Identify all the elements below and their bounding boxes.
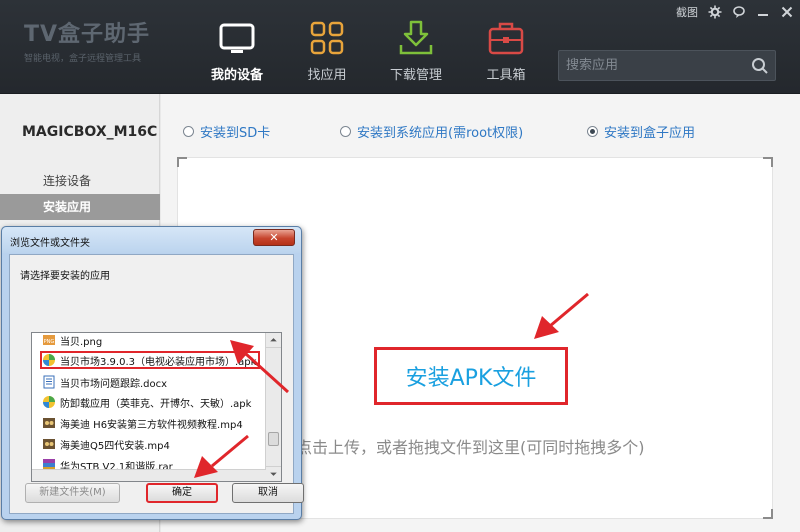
radio-dot [340,125,351,137]
nav-my-devices[interactable]: 我的设备 [197,18,277,86]
window-controls: 截图 [676,3,794,21]
nav-toolbox-label: 工具箱 [486,68,526,83]
new-folder-button[interactable]: 新建文件夹(M) [25,483,120,503]
file-name: 当贝.png [60,336,103,348]
horizontal-scrollbar[interactable] [32,469,266,481]
file-name: 海美迪Q5四代安装.mp4 [60,440,170,452]
search-icon[interactable] [751,57,769,75]
file-item-selected[interactable]: 当贝市场3.9.0.3（电视必装应用市场）.apk [40,351,261,369]
radio-install-system-app-label: 安装到系统应用(需root权限) [357,125,524,141]
radio-dot [183,125,194,137]
gear-icon[interactable] [708,5,722,19]
file-tree: PNG 当贝.png 当贝市场3.9.0.3（电视必装应用市场）.apk 当贝市… [31,332,282,482]
top-header: TV盒子助手 智能电视，盒子远程管理工具 我的设备 找应用 下载管理 工具箱 搜… [0,0,800,94]
radio-install-system-app[interactable]: 安装到系统应用(需root权限) [340,123,524,141]
dialog-body: 请选择要安装的应用 PNG 当贝.png 当贝市场3.9.0.3（电视必装应用市… [9,254,304,514]
dialog-titlebar[interactable]: 浏览文件或文件夹 ✕ [2,227,301,253]
svg-text:PNG: PNG [44,339,55,345]
radio-install-sd-card[interactable]: 安装到SD卡 [183,123,271,141]
scroll-up-icon[interactable] [266,333,281,348]
sidebar-item-install-apps[interactable]: 安装应用 [0,194,160,220]
sidebar-item-connect-device[interactable]: 连接设备 [0,168,160,194]
drop-zone-hint: 点击上传，或者拖拽文件到这里(可同时拖拽多个) [296,438,645,457]
search-input[interactable] [559,51,744,80]
file-item[interactable]: 当贝市场问题跟踪.docx [42,373,167,391]
drop-zone-corner [763,509,773,519]
nav-download-manager[interactable]: 下载管理 [376,18,456,86]
browse-file-dialog: 浏览文件或文件夹 ✕ 请选择要安装的应用 PNG 当贝.png 当贝市场3.9.… [1,226,304,520]
scroll-down-icon[interactable] [266,466,281,481]
app-logo-title: TV盒子助手 [24,22,151,47]
file-item[interactable]: 防卸载应用（英菲克、开博尔、天敏）.apk [42,393,251,411]
download-icon [399,20,433,55]
nav-find-apps[interactable]: 找应用 [287,18,367,86]
apk-file-icon [43,354,55,366]
nav-download-manager-label: 下载管理 [389,68,442,83]
radio-install-sd-card-label: 安装到SD卡 [200,125,271,141]
search-box [558,50,776,81]
nav-toolbox[interactable]: 工具箱 [466,18,546,86]
file-item[interactable]: 海美迪 H6安装第三方软件视频教程.mp4 [42,414,243,432]
tv-icon [219,23,255,53]
nav-find-apps-label: 找应用 [307,68,347,83]
drop-zone-corner [763,157,773,167]
drop-zone-corner [177,157,187,167]
video-file-icon [43,439,55,449]
device-name: MAGICBOX_M16C [22,124,158,140]
radio-install-box-app-label: 安装到盒子应用 [604,125,696,141]
nav-my-devices-label: 我的设备 [210,68,263,83]
cancel-button[interactable]: 取消 [232,483,304,503]
radio-dot [587,125,598,137]
apps-grid-icon [310,21,344,55]
minimize-icon[interactable] [756,5,770,19]
dialog-prompt: 请选择要安装的应用 [20,271,110,282]
ok-button[interactable]: 确定 [146,483,218,503]
file-name: 当贝市场3.9.0.3（电视必装应用市场）.apk [60,356,257,368]
file-name: 海美迪 H6安装第三方软件视频教程.mp4 [60,419,243,431]
file-item[interactable]: 海美迪Q5四代安装.mp4 [42,435,170,453]
radio-install-box-app[interactable]: 安装到盒子应用 [587,123,696,141]
scroll-thumb[interactable] [268,432,279,446]
file-name: 当贝市场问题跟踪.docx [60,378,168,390]
png-file-icon: PNG [43,335,55,345]
screenshot-button[interactable]: 截图 [676,4,698,20]
app-logo-subtitle: 智能电视，盒子远程管理工具 [24,54,142,64]
vertical-scrollbar[interactable] [265,333,281,481]
file-item[interactable]: PNG 当贝.png [42,333,103,349]
dialog-close-button[interactable]: ✕ [253,229,295,246]
install-apk-button[interactable]: 安装APK文件 [374,347,568,405]
docx-file-icon [43,375,55,389]
video-file-icon [43,418,55,428]
toolbox-icon [488,22,524,55]
close-icon[interactable] [780,5,794,19]
file-name: 防卸载应用（英菲克、开博尔、天敏）.apk [60,398,252,410]
feedback-icon[interactable] [732,5,746,19]
apk-file-icon [43,396,55,408]
dialog-title: 浏览文件或文件夹 [10,238,90,249]
